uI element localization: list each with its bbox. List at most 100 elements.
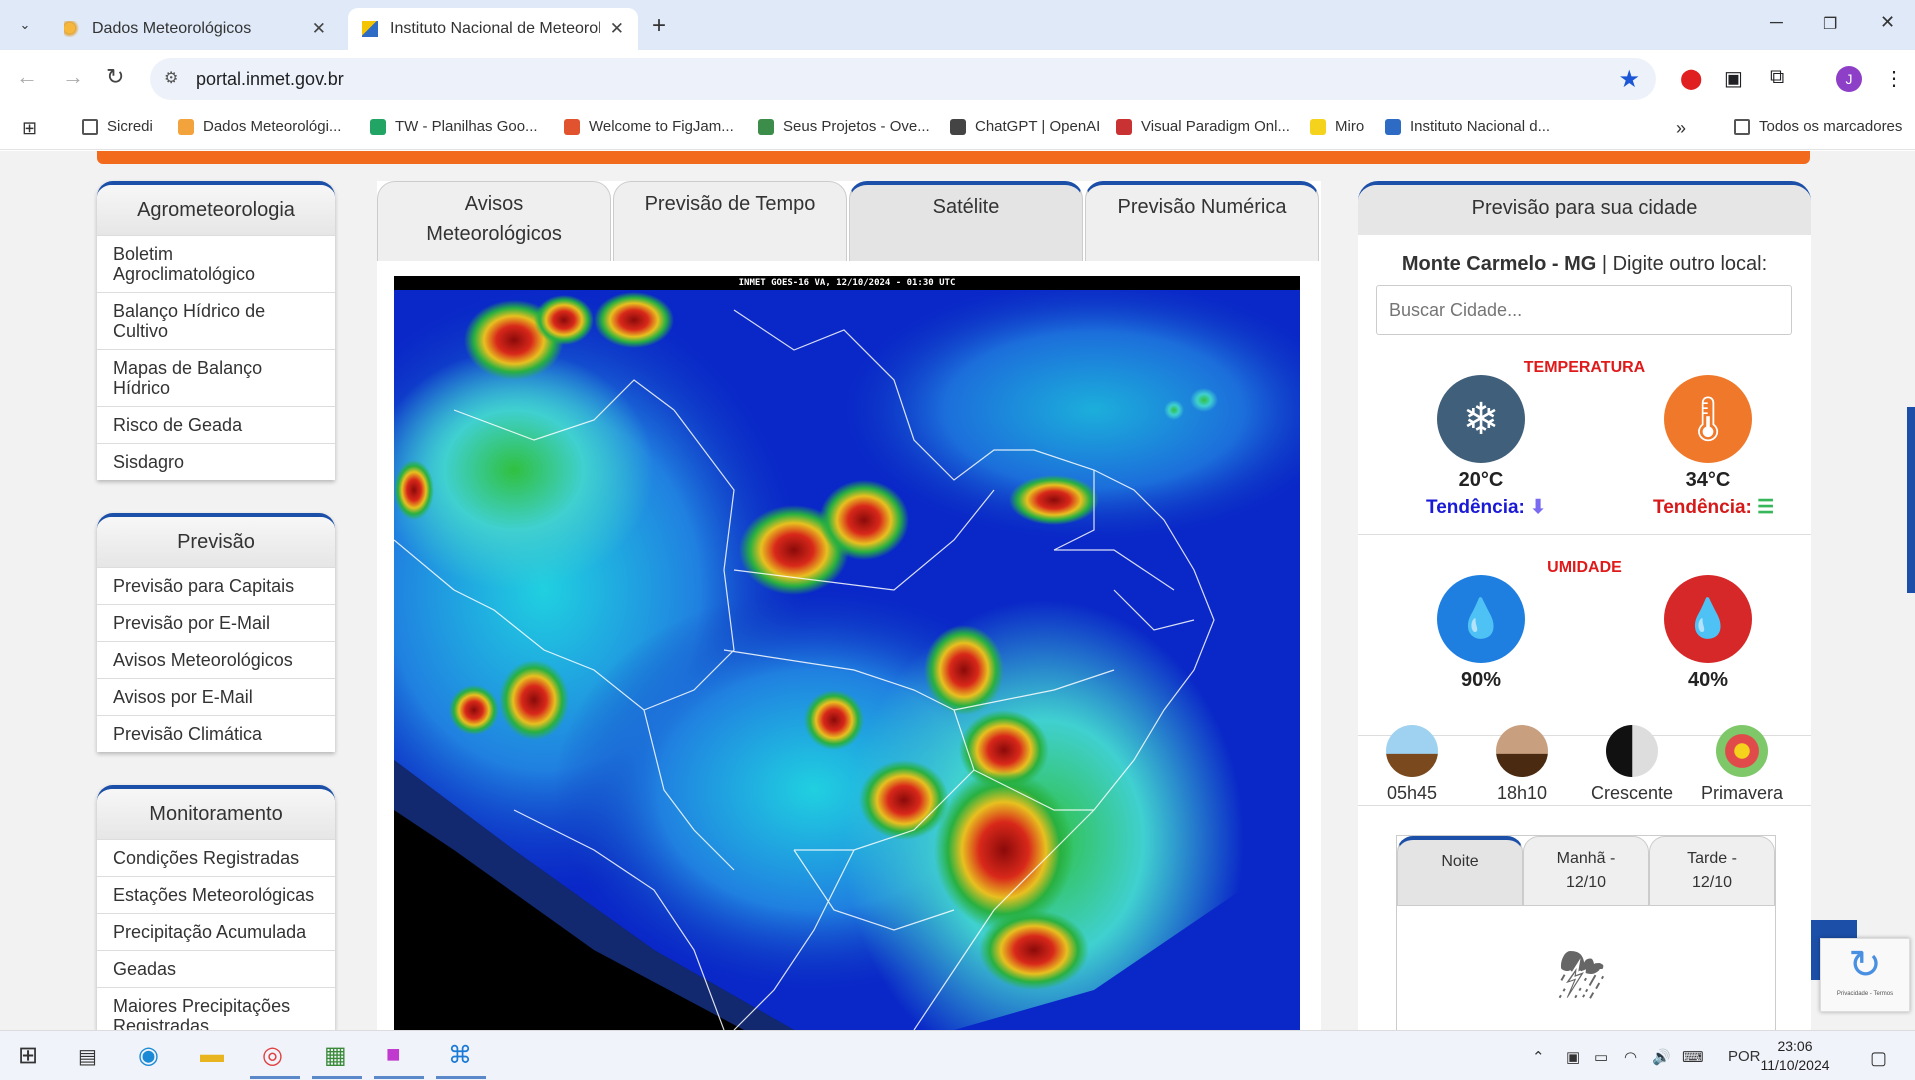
folder-icon bbox=[82, 118, 98, 135]
max-humidity-block: 💧 90% bbox=[1426, 575, 1536, 692]
sidebar-link[interactable]: Condições Registradas bbox=[97, 839, 335, 876]
restore-icon[interactable]: ❐ bbox=[1823, 14, 1837, 34]
page-scrollbar[interactable] bbox=[1907, 407, 1915, 593]
jetbrains-icon[interactable]: ■ bbox=[386, 1041, 401, 1069]
wifi-icon[interactable]: ◠ bbox=[1624, 1048, 1637, 1066]
sidebar-link[interactable]: Balanço Hídrico de Cultivo bbox=[97, 292, 335, 349]
bookmark-item[interactable]: Welcome to FigJam... bbox=[564, 118, 734, 135]
sidebar-panel-title: Monitoramento bbox=[97, 789, 335, 839]
sidebar-link[interactable]: Estações Meteorológicas bbox=[97, 876, 335, 913]
arrow-down-icon: ⬇ bbox=[1530, 497, 1547, 518]
opera-extension-icon[interactable]: ⬤ bbox=[1680, 66, 1702, 91]
close-tab-icon[interactable]: ✕ bbox=[610, 19, 624, 39]
satellite-caption: INMET GOES-16 VA, 12/10/2024 - 01:30 UTC bbox=[394, 276, 1300, 290]
bookmark-item[interactable]: Instituto Nacional d... bbox=[1385, 118, 1550, 135]
tab-previsao-numerica[interactable]: Previsão Numérica bbox=[1085, 181, 1319, 261]
period-tab-noite[interactable]: Noite bbox=[1397, 836, 1523, 906]
sunrise-block: 05h45 bbox=[1362, 725, 1462, 804]
sidebar-link[interactable]: Mapas de Balanço Hídrico bbox=[97, 349, 335, 406]
bookmark-item[interactable]: Seus Projetos - Ove... bbox=[758, 118, 930, 135]
tab-title: Dados Meteorológicos bbox=[92, 20, 252, 37]
sidebar-link[interactable]: Sisdagro bbox=[97, 443, 335, 480]
notifications-icon[interactable]: ▢ bbox=[1870, 1048, 1887, 1069]
city-search-input[interactable] bbox=[1376, 285, 1792, 335]
menu-kebab-icon[interactable]: ⋮ bbox=[1884, 66, 1904, 91]
max-humidity-value: 90% bbox=[1460, 669, 1502, 691]
sidebar-link[interactable]: Previsão por E-Mail bbox=[97, 604, 335, 641]
more-bookmarks-icon[interactable]: » bbox=[1676, 118, 1686, 139]
all-bookmarks[interactable]: Todos os marcadores bbox=[1734, 118, 1902, 135]
address-bar[interactable]: ⚙ portal.inmet.gov.br ★ bbox=[150, 58, 1656, 100]
extension-icon[interactable]: ▣ bbox=[1724, 66, 1743, 91]
system-clock[interactable]: 23:06 11/10/2024 bbox=[1760, 1037, 1830, 1075]
bookmark-item[interactable]: ChatGPT | OpenAI bbox=[950, 118, 1100, 135]
sidebar-link[interactable]: Previsão Climática bbox=[97, 715, 335, 752]
tab-satelite[interactable]: Satélite bbox=[849, 181, 1083, 261]
sidebar-panel-agrometeorologia: Agrometeorologia Boletim Agroclimatológic… bbox=[97, 181, 335, 480]
sidebar-link[interactable]: Geadas bbox=[97, 950, 335, 987]
apps-grid-icon[interactable]: ⊞ bbox=[22, 118, 37, 139]
bookmark-star-icon[interactable]: ★ bbox=[1618, 65, 1640, 94]
app-icon[interactable]: ▦ bbox=[324, 1041, 347, 1070]
city-forecast-panel: Previsão para sua cidade Monte Carmelo -… bbox=[1358, 181, 1811, 1030]
sunset-icon bbox=[1496, 725, 1548, 777]
bookmark-label: Dados Meteorológi... bbox=[203, 118, 342, 135]
all-bookmarks-label: Todos os marcadores bbox=[1759, 118, 1903, 135]
sun-thermometer-icon: 🌡 bbox=[1664, 375, 1752, 463]
sidebar-link[interactable]: Maiores Precipitações Registradas bbox=[97, 987, 335, 1030]
edge-icon[interactable]: ◉ bbox=[138, 1041, 159, 1070]
bookmark-favicon-icon bbox=[1385, 118, 1401, 135]
volume-icon[interactable]: 🔊 bbox=[1652, 1048, 1671, 1066]
satellite-map-graphic bbox=[394, 290, 1300, 1030]
back-icon[interactable]: ← bbox=[16, 64, 38, 90]
forward-icon[interactable]: → bbox=[62, 64, 84, 90]
bookmark-item[interactable]: TW - Planilhas Goo... bbox=[370, 118, 538, 135]
sidebar-link[interactable]: Avisos Meteorológicos bbox=[97, 641, 335, 678]
windows-start-icon[interactable]: ⊞ bbox=[18, 1041, 38, 1070]
close-window-icon[interactable]: ✕ bbox=[1880, 12, 1895, 33]
sidebar-link[interactable]: Previsão para Capitais bbox=[97, 567, 335, 604]
profile-avatar[interactable]: J bbox=[1836, 66, 1862, 92]
language-indicator[interactable]: POR bbox=[1728, 1048, 1761, 1065]
tab-search-button[interactable]: ⌄ bbox=[12, 12, 38, 38]
season-block: Primavera bbox=[1692, 725, 1792, 804]
sidebar-panel-previsao: Previsão Previsão para Capitais Previsão p… bbox=[97, 513, 335, 752]
period-tab-tarde[interactable]: Tarde - 12/10 bbox=[1649, 836, 1775, 906]
sidebar-link[interactable]: Boletim Agroclimatológico bbox=[97, 235, 335, 292]
bookmark-item[interactable]: Dados Meteorológi... bbox=[178, 118, 341, 135]
bookmark-label: Welcome to FigJam... bbox=[589, 118, 734, 135]
recaptcha-badge[interactable]: ↻ Privacidade - Termos bbox=[1820, 938, 1910, 1012]
reload-icon[interactable]: ↻ bbox=[106, 64, 124, 90]
tab-avisos[interactable]: Avisos Meteorológicos bbox=[377, 181, 611, 261]
vscode-icon[interactable]: ⌘ bbox=[448, 1041, 472, 1070]
bookmark-label: Visual Paradigm Onl... bbox=[1141, 118, 1290, 135]
recaptcha-text: Privacidade - Termos bbox=[1836, 991, 1894, 997]
browser-tab-inmet[interactable]: Instituto Nacional de Meteorolo ✕ bbox=[348, 8, 638, 50]
task-view-icon[interactable]: ▤ bbox=[78, 1044, 97, 1069]
bookmark-item[interactable]: Miro bbox=[1310, 118, 1364, 135]
new-tab-icon[interactable]: + bbox=[652, 12, 666, 40]
satellite-image[interactable] bbox=[394, 290, 1300, 1030]
sidebar-link[interactable]: Avisos por E-Mail bbox=[97, 678, 335, 715]
tab-previsao-tempo[interactable]: Previsão de Tempo bbox=[613, 181, 847, 261]
close-tab-icon[interactable]: ✕ bbox=[312, 19, 326, 39]
browser-tab-dados[interactable]: Dados Meteorológicos ✕ bbox=[50, 8, 340, 50]
tray-app-icon[interactable]: ▣ bbox=[1566, 1048, 1580, 1066]
minimize-icon[interactable]: ─ bbox=[1770, 12, 1783, 33]
site-settings-icon[interactable]: ⚙ bbox=[164, 68, 178, 88]
battery-icon[interactable]: ▭ bbox=[1594, 1048, 1608, 1066]
max-temp-value: 34°C bbox=[1685, 469, 1731, 491]
chrome-icon[interactable]: ◎ bbox=[262, 1041, 283, 1070]
flower-icon bbox=[1716, 725, 1768, 777]
sidebar-link[interactable]: Risco de Geada bbox=[97, 406, 335, 443]
bookmark-item[interactable]: Visual Paradigm Onl... bbox=[1116, 118, 1290, 135]
bookmark-item[interactable]: Sicredi bbox=[82, 118, 153, 135]
extensions-puzzle-icon[interactable]: ⧉ bbox=[1770, 66, 1784, 89]
clock-time: 23:06 bbox=[1777, 1038, 1813, 1054]
tray-chevron-icon[interactable]: ⌃ bbox=[1532, 1048, 1545, 1066]
min-temp-block: ❄ 20°C Tendência: ⬇ bbox=[1426, 375, 1546, 519]
sidebar-link[interactable]: Precipitação Acumulada bbox=[97, 913, 335, 950]
period-tab-manha[interactable]: Manhã - 12/10 bbox=[1523, 836, 1649, 906]
file-explorer-icon[interactable]: ▬ bbox=[200, 1041, 224, 1069]
keyboard-icon[interactable]: ⌨ bbox=[1682, 1048, 1704, 1066]
